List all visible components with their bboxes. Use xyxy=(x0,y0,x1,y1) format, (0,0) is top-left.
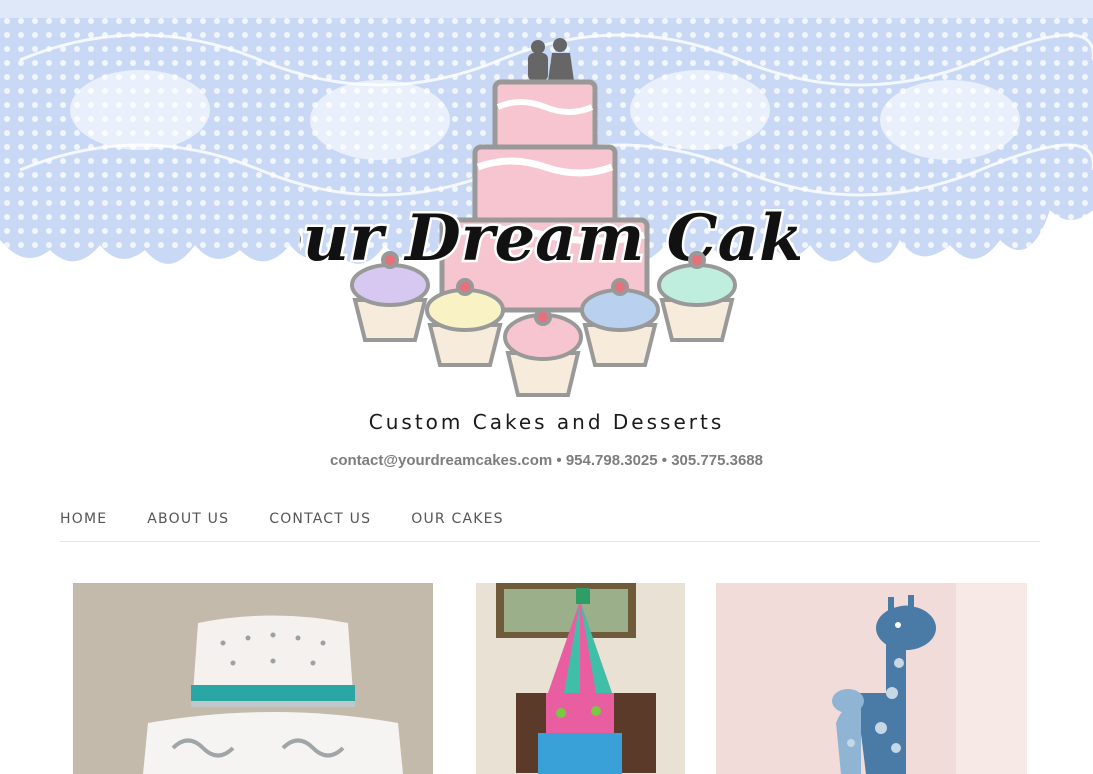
tagline: Custom Cakes and Desserts xyxy=(368,410,725,434)
cake-topper-icon xyxy=(528,38,574,81)
separator: • xyxy=(661,452,668,469)
separator: • xyxy=(556,452,562,469)
phone-link-2[interactable]: 305.775.3688 xyxy=(671,452,763,469)
gallery-image-giraffe-toppers[interactable] xyxy=(716,583,1027,774)
nav-home[interactable]: HOME xyxy=(60,508,107,541)
nav-contact-us[interactable]: CONTACT US xyxy=(269,508,371,541)
cake-logo[interactable]: Your Dream Cakes xyxy=(300,35,800,405)
cupcake-icon xyxy=(503,308,583,397)
main-nav: HOME ABOUT US CONTACT US OUR CAKES xyxy=(60,508,1040,542)
nav-our-cakes[interactable]: OUR CAKES xyxy=(411,508,504,541)
phone-link-1[interactable]: 954.798.3025 xyxy=(566,452,658,469)
gallery-image-circus-cake[interactable] xyxy=(476,583,685,774)
email-link[interactable]: contact@yourdreamcakes.com xyxy=(330,452,552,469)
gallery-image-white-cake[interactable] xyxy=(73,583,433,774)
contact-line: contact@yourdreamcakes.com • 954.798.302… xyxy=(0,452,1093,469)
nav-about-us[interactable]: ABOUT US xyxy=(147,508,229,541)
